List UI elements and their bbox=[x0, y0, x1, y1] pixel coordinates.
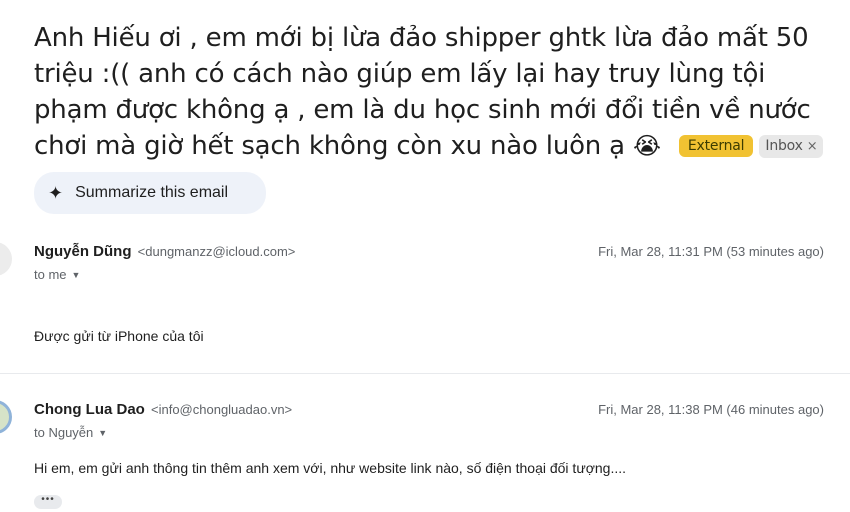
message-body: Được gửi từ iPhone của tôi bbox=[34, 328, 204, 344]
caret-down-icon[interactable]: ▼ bbox=[72, 270, 81, 280]
inbox-label: Inbox × bbox=[759, 135, 824, 158]
remove-label-icon[interactable]: × bbox=[807, 139, 818, 154]
email-subject: Anh Hiếu ơi , em mới bị lừa đảo shipper … bbox=[34, 20, 839, 164]
caret-down-icon[interactable]: ▼ bbox=[98, 428, 107, 438]
inbox-label-text: Inbox bbox=[765, 138, 803, 154]
recipient-dropdown[interactable]: to me ▼ bbox=[34, 267, 80, 282]
external-label: External bbox=[678, 135, 754, 157]
message-time: Fri, Mar 28, 11:31 PM (53 minutes ago) bbox=[598, 244, 824, 259]
recipient-dropdown[interactable]: to Nguyễn ▼ bbox=[34, 425, 107, 440]
sender-name[interactable]: Nguyễn Dũng bbox=[34, 243, 132, 260]
message-divider bbox=[0, 373, 850, 374]
sender-name[interactable]: Chong Lua Dao bbox=[34, 401, 145, 418]
recipient-text: to Nguyễn bbox=[34, 425, 94, 440]
sender-email: <dungmanzz@icloud.com> bbox=[137, 244, 296, 259]
sender: Nguyễn Dũng <dungmanzz@icloud.com> bbox=[34, 242, 295, 262]
message-time: Fri, Mar 28, 11:38 PM (46 minutes ago) bbox=[598, 402, 824, 417]
sender: Chong Lua Dao <info@chongluadao.vn> bbox=[34, 400, 292, 420]
summarize-button[interactable]: ✦ Summarize this email bbox=[34, 172, 266, 214]
avatar[interactable] bbox=[0, 242, 12, 276]
sender-email: <info@chongluadao.vn> bbox=[151, 402, 293, 417]
crying-emoji: 😭 bbox=[632, 132, 661, 160]
avatar[interactable] bbox=[0, 400, 12, 434]
message-body: Hi em, em gửi anh thông tin thêm anh xem… bbox=[34, 460, 627, 476]
email-thread-view: Anh Hiếu ơi , em mới bị lừa đảo shipper … bbox=[0, 0, 850, 512]
show-trimmed-content-button[interactable]: ••• bbox=[34, 495, 62, 509]
recipient-text: to me bbox=[34, 267, 67, 282]
summarize-label: Summarize this email bbox=[75, 184, 229, 201]
sparkle-icon: ✦ bbox=[48, 182, 64, 203]
